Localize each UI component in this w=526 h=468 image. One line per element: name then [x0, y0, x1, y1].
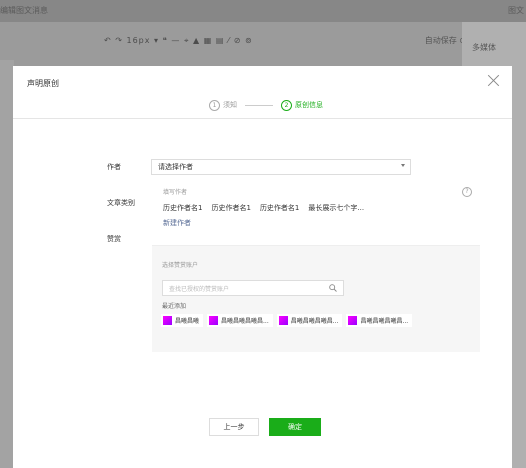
category-label: 文章类别 — [107, 199, 135, 207]
chevron-down-icon — [401, 164, 405, 167]
account-name: 昌曦昌曦昌曦昌... — [290, 318, 339, 325]
account-name: 昌曦昌曦 — [175, 318, 200, 325]
author-label: 作者 — [107, 163, 121, 171]
editor-toolbar: ↶ ↷ 16px ▾ ❝ — ⌖ ▲ ▦ ▤ ⁄ ⊘ ⊚ 自动保存 ⊙ — [58, 30, 466, 56]
avatar — [209, 316, 219, 325]
account-name: 昌曦昌曦昌曦昌... — [221, 318, 269, 325]
recent-label: 最近添加 — [162, 303, 187, 310]
editor-left-panel — [0, 60, 14, 468]
step-number: 1 — [209, 99, 220, 111]
reward-panel-header: 选择赞赏账户 — [162, 262, 199, 269]
author-option[interactable]: 最长展示七个字... — [308, 203, 364, 213]
step-label: 原创信息 — [295, 101, 323, 109]
doc-title-right: 图文 — [508, 6, 524, 15]
dropdown-header: 填写作者 — [163, 189, 188, 196]
avatar — [163, 316, 172, 325]
reward-search-input[interactable]: 查找已授权的赞赏账户 — [162, 280, 344, 296]
account-chip[interactable]: 昌曦昌曦昌曦昌... — [276, 314, 343, 327]
dialog-title: 声明原创 — [27, 79, 59, 88]
search-placeholder: 查找已授权的赞赏账户 — [169, 286, 230, 293]
autosave-status: 自动保存 ⊙ — [424, 36, 466, 45]
prev-step-button[interactable]: 上一步 — [209, 418, 259, 436]
author-options: 历史作者名1 历史作者名1 历史作者名1 最长展示七个字... — [163, 203, 373, 213]
toolbar-tools: ↶ ↷ 16px ▾ ❝ — ⌖ ▲ ▦ ▤ ⁄ ⊘ ⊚ — [104, 36, 253, 45]
avatar — [348, 316, 358, 325]
step-indicator: 1 须知 2 原创信息 — [209, 98, 323, 112]
declare-original-dialog: 声明原创 1 须知 2 原创信息 作者 请选择作者 文章类别 赞赏 填写作者 ?… — [13, 66, 512, 468]
avatar — [278, 316, 288, 325]
multimedia-label: 多媒体 — [472, 43, 496, 52]
author-option[interactable]: 历史作者名1 — [211, 203, 250, 213]
recent-accounts: 昌曦昌曦 昌曦昌曦昌曦昌... 昌曦昌曦昌曦昌... 昌曦昌曦昌曦昌... — [161, 314, 416, 327]
help-icon[interactable]: ? — [462, 187, 472, 197]
author-dropdown: 填写作者 ? 历史作者名1 历史作者名1 历史作者名1 最长展示七个字... 新… — [152, 177, 480, 246]
account-chip[interactable]: 昌曦昌曦昌曦昌... — [346, 314, 413, 327]
reward-label: 赞赏 — [107, 235, 121, 243]
author-select[interactable]: 请选择作者 — [151, 159, 411, 175]
author-option[interactable]: 历史作者名1 — [163, 203, 202, 213]
author-option[interactable]: 历史作者名1 — [260, 203, 299, 213]
editor-topbar: 编辑图文消息 图文 — [0, 0, 526, 22]
divider — [13, 118, 512, 119]
account-name: 昌曦昌曦昌曦昌... — [360, 318, 409, 325]
doc-title: 编辑图文消息 — [0, 6, 48, 15]
search-icon — [329, 284, 337, 292]
confirm-button[interactable]: 确定 — [269, 418, 321, 436]
step-label: 须知 — [223, 101, 237, 109]
step-number: 2 — [281, 99, 292, 111]
reward-account-panel: 选择赞赏账户 查找已授权的赞赏账户 最近添加 昌曦昌曦 昌曦昌曦昌曦昌... 昌… — [152, 246, 480, 352]
author-select-value: 请选择作者 — [158, 163, 193, 171]
account-chip[interactable]: 昌曦昌曦昌曦昌... — [207, 314, 273, 327]
step-original-info: 2 原创信息 — [281, 99, 323, 111]
close-icon[interactable] — [487, 74, 500, 87]
step-connector — [245, 104, 273, 106]
step-notice: 1 须知 — [209, 99, 237, 111]
account-chip[interactable]: 昌曦昌曦 — [161, 314, 204, 327]
new-author-link[interactable]: 新建作者 — [163, 218, 191, 228]
